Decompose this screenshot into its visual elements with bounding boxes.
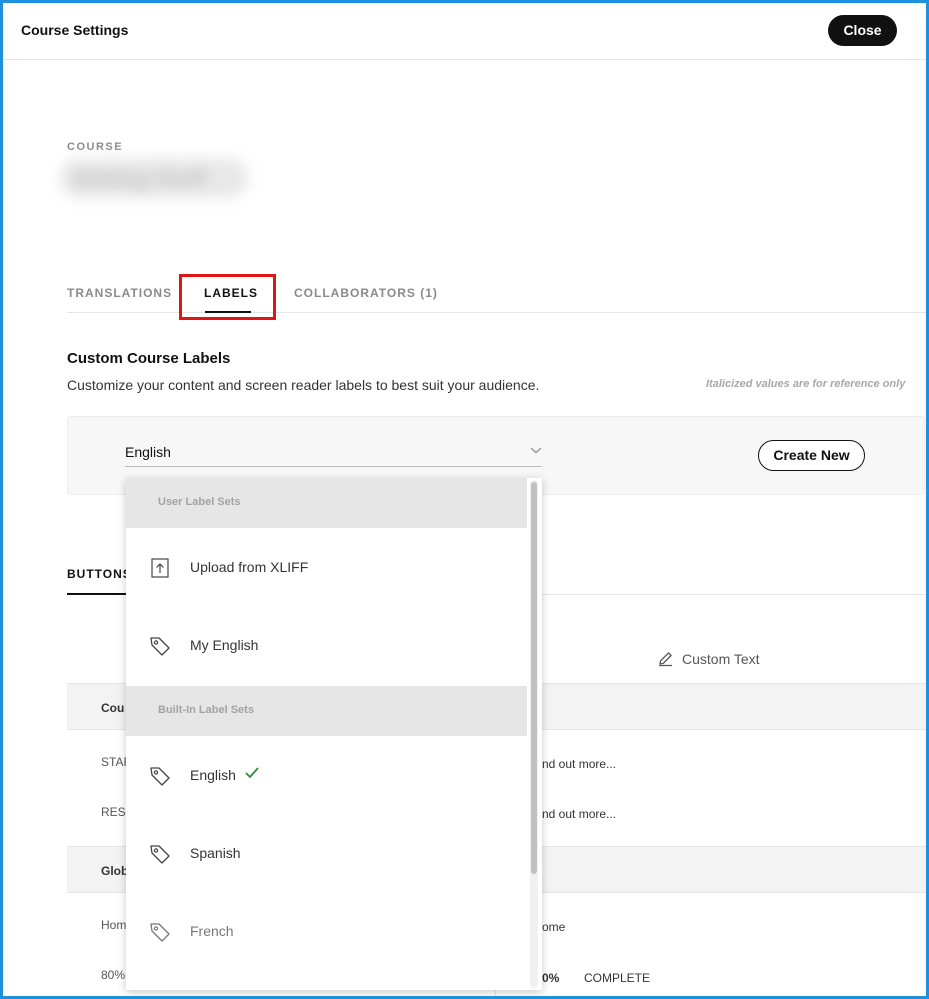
- tag-icon: [150, 923, 170, 942]
- dropdown-item-label: Upload from XLIFF: [190, 559, 309, 575]
- table-row-key: 80%: [101, 968, 126, 982]
- select-underline: [125, 466, 542, 467]
- dropdown-item-upload-xliff[interactable]: Upload from XLIFF: [126, 528, 527, 606]
- chevron-down-icon[interactable]: [529, 445, 543, 455]
- dropdown-item-french[interactable]: French: [126, 892, 527, 970]
- dropdown-group-header: User Label Sets: [126, 478, 527, 528]
- pencil-icon: [659, 652, 672, 667]
- table-row-value[interactable]: nd out more...: [542, 807, 616, 821]
- tag-icon: [150, 767, 170, 786]
- label-set-select[interactable]: English: [125, 444, 171, 460]
- section-title: Custom Course Labels: [67, 350, 231, 367]
- table-row-value[interactable]: ome: [542, 920, 565, 934]
- dropdown-item-label: English: [190, 767, 236, 783]
- modal-title: Course Settings: [21, 22, 129, 38]
- group-builtin-label: Built-In Label Sets: [158, 704, 254, 716]
- tag-icon: [150, 845, 170, 864]
- sub-tab-buttons[interactable]: BUTTONS: [67, 567, 132, 581]
- tag-icon: [150, 637, 170, 656]
- course-name: Getting Stuff: [60, 158, 248, 198]
- group-label: Cou: [101, 701, 125, 715]
- dropdown-item-label: My English: [190, 637, 259, 653]
- dropdown-group-header: Built-In Label Sets: [126, 686, 527, 736]
- section-description: Customize your content and screen reader…: [67, 377, 540, 393]
- custom-text-header: Custom Text: [657, 650, 760, 667]
- course-kicker: COURSE: [67, 141, 124, 153]
- close-button[interactable]: Close: [828, 15, 897, 46]
- modal-header: Course Settings Close: [3, 3, 926, 60]
- tab-collaborators[interactable]: COLLABORATORS (1): [294, 286, 438, 300]
- dropdown-item-english[interactable]: English: [126, 736, 527, 814]
- custom-text-label: Custom Text: [682, 650, 760, 667]
- group-user-label: User Label Sets: [158, 496, 241, 508]
- table-row-value[interactable]: nd out more...: [542, 757, 616, 771]
- tab-translations[interactable]: TRANSLATIONS: [67, 286, 172, 300]
- table-row-extra[interactable]: COMPLETE: [584, 971, 650, 985]
- table-row-value[interactable]: 0%: [542, 971, 559, 985]
- upload-icon: [151, 558, 169, 578]
- table-row-key: Hom: [101, 918, 127, 932]
- course-name-text: Getting Stuff: [72, 166, 206, 191]
- check-icon: [245, 767, 259, 779]
- label-set-dropdown: User Label Sets Upload from XLIFF My Eng…: [126, 478, 542, 990]
- dropdown-item-label: French: [190, 923, 234, 939]
- dropdown-item-label: Spanish: [190, 845, 241, 861]
- create-new-button[interactable]: Create New: [758, 440, 865, 471]
- dropdown-item-spanish[interactable]: Spanish: [126, 814, 527, 892]
- annotation-highlight-box: [179, 274, 276, 320]
- dropdown-item-my-english[interactable]: My English: [126, 606, 527, 684]
- group-label: Glob: [101, 864, 129, 878]
- dropdown-scrollbar-thumb[interactable]: [531, 482, 537, 874]
- reference-note: Italicized values are for reference only: [706, 378, 906, 390]
